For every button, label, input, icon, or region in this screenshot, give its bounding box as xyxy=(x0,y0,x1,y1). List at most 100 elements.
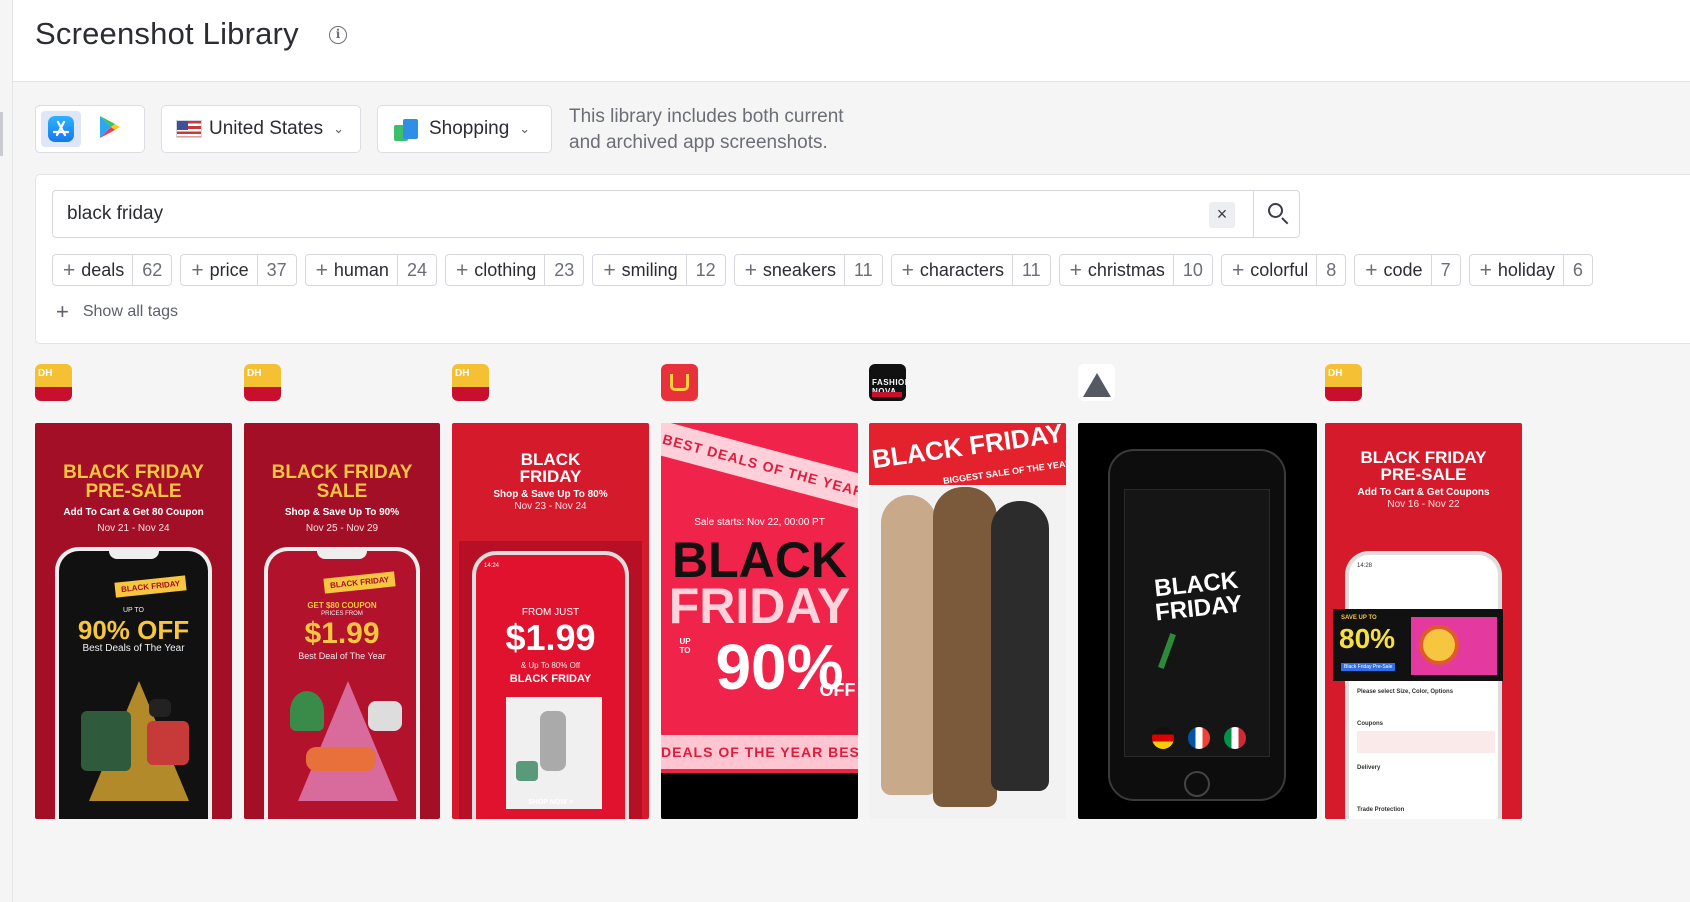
france-flag-icon xyxy=(1188,727,1210,749)
coupons-label: Coupons xyxy=(1357,721,1383,727)
app-icon-text: DH xyxy=(1328,368,1343,379)
category-select[interactable]: Shopping ⌄ xyxy=(377,105,552,153)
badge: BLACK FRIDAY xyxy=(114,575,187,598)
search-button[interactable] xyxy=(1253,191,1301,237)
tag-characters[interactable]: + characters 11 xyxy=(890,254,1051,286)
tag-christmas[interactable]: + christmas 10 xyxy=(1058,254,1213,286)
shopping-bag-icon[interactable] xyxy=(1078,364,1115,401)
screenshot-dates: Nov 23 - Nov 24 xyxy=(514,501,587,512)
tag-label: christmas xyxy=(1087,259,1165,280)
model-figure xyxy=(991,501,1049,791)
christmas-hat-product xyxy=(290,691,324,731)
tag-count: 12 xyxy=(685,255,725,285)
screenshot-title: BLACK FRIDAY SALE xyxy=(271,462,413,502)
screenshot-subtitle: Add To Cart & Get 80 Coupon xyxy=(63,507,204,518)
screenshot-library-page: Screenshot Library i United States ⌄ Sho… xyxy=(0,0,1690,902)
app-icon-text: DH xyxy=(247,368,262,379)
chevron-down-icon: ⌄ xyxy=(519,121,531,136)
dhgate-icon[interactable]: DH xyxy=(244,364,281,401)
show-all-tags-label: Show all tags xyxy=(82,303,179,320)
screenshot-title: BLACK FRIDAY PRE-SALE xyxy=(1360,448,1487,484)
dhgate-icon[interactable]: DH xyxy=(452,364,489,401)
plus-icon: + xyxy=(1231,258,1245,282)
screenshot-title: BLACK FRIDAY PRE-SALE xyxy=(63,462,204,502)
tag-count: 8 xyxy=(1316,255,1345,285)
product-panel xyxy=(506,697,602,809)
google-play-button[interactable] xyxy=(89,111,129,147)
coupon-text: GET $80 COUPON xyxy=(307,601,377,610)
tag-label: characters xyxy=(919,259,1004,280)
screenshot-subtitle: Shop & Save Up To 80% xyxy=(493,489,608,500)
promo-band: BEST DEALS OF THE YEAR xyxy=(661,423,858,516)
shopping-bags-icon xyxy=(392,115,420,143)
tag-sneakers[interactable]: + sneakers 11 xyxy=(733,254,883,286)
offer-tagline: Best Deals of The Year xyxy=(82,643,185,654)
tag-count: 7 xyxy=(1430,255,1460,285)
status-time: 14:24 xyxy=(484,563,500,569)
tag-count: 10 xyxy=(1172,255,1212,285)
dhgate-icon[interactable]: DH xyxy=(1325,364,1362,401)
clear-search-button[interactable]: × xyxy=(1209,202,1235,228)
tag-count: 11 xyxy=(843,255,882,285)
plus-icon: + xyxy=(603,258,616,282)
badge: BLACK FRIDAY xyxy=(323,571,396,594)
sale-start-text: Sale starts: Nov 22, 00:00 PT xyxy=(694,517,825,528)
plus-icon: + xyxy=(1069,258,1082,282)
plus-icon: + xyxy=(191,258,204,282)
screenshot-dates: Nov 21 - Nov 24 xyxy=(97,523,170,534)
delivery-label: Delivery xyxy=(1357,765,1381,771)
screenshot-image[interactable]: BLACK FRIDAY xyxy=(1078,423,1317,819)
tag-colorful[interactable]: + colorful 8 xyxy=(1220,254,1347,286)
offer-text: $1.99 xyxy=(505,617,596,658)
plus-icon: + xyxy=(901,258,914,282)
plus-icon: + xyxy=(63,258,76,282)
search-input[interactable] xyxy=(53,191,1223,237)
trade-protection-label: Trade Protection xyxy=(1357,807,1405,813)
tag-label: sneakers xyxy=(762,259,836,280)
fashion-nova-icon[interactable]: FASHION NOVA xyxy=(869,364,906,401)
app-store-button[interactable] xyxy=(41,111,81,147)
screenshot-image[interactable]: BLACK FRIDAY PRE-SALE Add To Cart & Get … xyxy=(1325,423,1522,819)
show-all-tags-button[interactable]: + Show all tags xyxy=(56,299,178,325)
screenshot-image[interactable]: BLACK FRIDAY SALE Shop & Save Up To 90% … xyxy=(244,423,440,819)
tag-smiling[interactable]: + smiling 12 xyxy=(592,254,726,286)
offer-upto: UP TO xyxy=(122,607,144,614)
phone-mockup: 14:28 Please select Size, Color, Options… xyxy=(1345,551,1502,819)
screenshot-image[interactable]: BLACK FRIDAY Shop & Save Up To 80% Nov 2… xyxy=(452,423,649,819)
tag-human[interactable]: + human 24 xyxy=(304,254,437,286)
tag-label: human xyxy=(333,259,389,280)
screenshot-image[interactable]: BEST DEALS OF THE YEAR Sale starts: Nov … xyxy=(661,423,858,819)
temu-icon[interactable] xyxy=(661,364,698,401)
tag-label: holiday xyxy=(1497,259,1555,280)
sidebar-collapse-handle[interactable] xyxy=(0,112,3,156)
earbuds-product xyxy=(149,699,171,717)
search-panel: × +deals62 +price37 +human24 +clothing23… xyxy=(35,174,1690,344)
sweater-product xyxy=(147,721,189,765)
tag-label: deals xyxy=(81,259,125,280)
screenshot-dates: Nov 16 - Nov 22 xyxy=(1387,499,1460,510)
dhgate-icon[interactable]: DH xyxy=(35,364,72,401)
tag-deals[interactable]: + deals 62 xyxy=(52,254,173,286)
country-select[interactable]: United States ⌄ xyxy=(161,105,361,153)
tag-code[interactable]: + code 7 xyxy=(1354,254,1461,286)
plus-icon: + xyxy=(744,258,757,282)
tag-label: price xyxy=(209,259,249,280)
tag-holiday[interactable]: + holiday 6 xyxy=(1468,254,1593,286)
app-store-icon xyxy=(48,116,74,142)
sneakers-product xyxy=(306,747,376,771)
screenshot-image[interactable]: BLACK FRIDAY BIGGEST SALE OF THE YEAR xyxy=(869,423,1066,819)
tag-count: 6 xyxy=(1562,255,1592,285)
store-toggle xyxy=(35,105,145,153)
tag-clothing[interactable]: + clothing 23 xyxy=(444,254,585,286)
tag-price[interactable]: + price 37 xyxy=(180,254,297,286)
tag-label: clothing xyxy=(474,259,537,280)
doorbell-product xyxy=(540,711,566,771)
earbuds-product xyxy=(368,701,402,731)
tag-label: smiling xyxy=(621,259,678,280)
library-description: This library includes both current and a… xyxy=(569,106,844,153)
info-icon[interactable]: i xyxy=(329,26,347,44)
screenshot-image[interactable]: BLACK FRIDAY PRE-SALE Add To Cart & Get … xyxy=(35,423,232,819)
offer-tagline: Best Deal of The Year xyxy=(298,651,386,661)
promo-band: DEALS OF THE YEAR BES xyxy=(661,735,858,769)
off-label: OFF xyxy=(819,680,856,700)
